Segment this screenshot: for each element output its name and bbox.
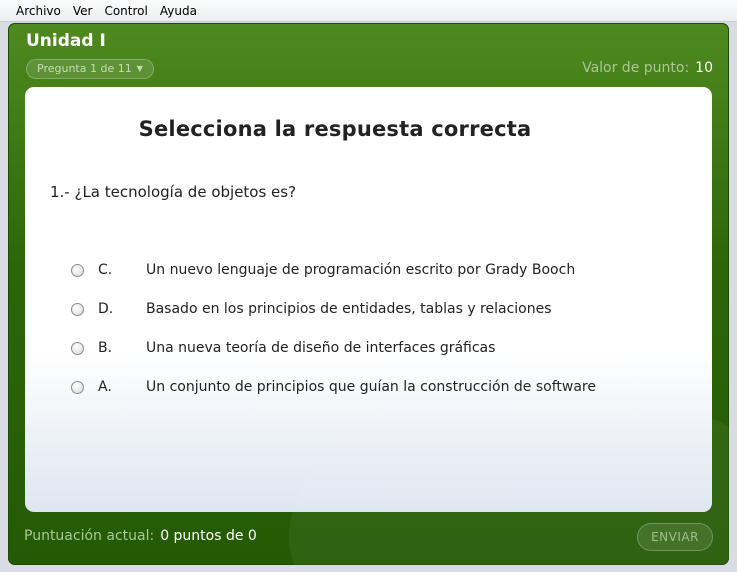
option-text: Una nueva teoría de diseño de interfaces… — [146, 340, 496, 356]
submit-button[interactable]: ENVIAR — [637, 523, 713, 551]
option-letter: B. — [98, 340, 113, 356]
menu-archivo[interactable]: Archivo — [10, 0, 67, 22]
current-score: Puntuación actual: 0 puntos de 0 — [24, 528, 257, 544]
option-text: Un conjunto de principios que guían la c… — [146, 379, 596, 395]
points-value: 10 — [695, 60, 713, 76]
question-card: Selecciona la respuesta correcta 1.- ¿La… — [25, 87, 712, 512]
option-letter: D. — [98, 301, 114, 317]
menu-bar: Archivo Ver Control Ayuda — [0, 0, 737, 22]
radio-button[interactable] — [71, 302, 84, 316]
question-selector-label: Pregunta 1 de 11 — [37, 62, 132, 75]
answer-option-b[interactable]: B. Una nueva teoría de diseño de interfa… — [71, 337, 671, 359]
answer-option-a[interactable]: A. Un conjunto de principios que guían l… — [71, 376, 671, 398]
radio-button[interactable] — [71, 380, 84, 394]
unit-title: Unidad I — [26, 31, 106, 51]
points-value-display: Valor de punto: 10 — [582, 60, 713, 76]
radio-button[interactable] — [71, 263, 84, 277]
option-letter: C. — [98, 262, 113, 278]
question-selector[interactable]: Pregunta 1 de 11 ▼ — [26, 59, 154, 79]
score-label: Puntuación actual: — [24, 528, 155, 544]
score-value: 0 puntos de 0 — [160, 528, 257, 544]
menu-ayuda[interactable]: Ayuda — [154, 0, 203, 22]
menu-control[interactable]: Control — [98, 0, 153, 22]
answer-option-d[interactable]: D. Basado en los principios de entidades… — [71, 298, 671, 320]
option-text: Un nuevo lenguaje de programación escrit… — [146, 262, 576, 278]
menu-ver[interactable]: Ver — [67, 0, 99, 22]
answer-option-c[interactable]: C. Un nuevo lenguaje de programación esc… — [71, 259, 671, 281]
instruction-heading: Selecciona la respuesta correcta — [138, 117, 532, 141]
question-text: 1.- ¿La tecnología de objetos es? — [50, 183, 297, 201]
option-text: Basado en los principios de entidades, t… — [146, 301, 552, 317]
radio-button[interactable] — [71, 341, 84, 355]
caret-down-icon: ▼ — [136, 64, 143, 73]
option-letter: A. — [98, 379, 112, 395]
points-label: Valor de punto: — [582, 60, 690, 76]
quiz-frame: Unidad I Pregunta 1 de 11 ▼ Valor de pun… — [8, 23, 729, 565]
